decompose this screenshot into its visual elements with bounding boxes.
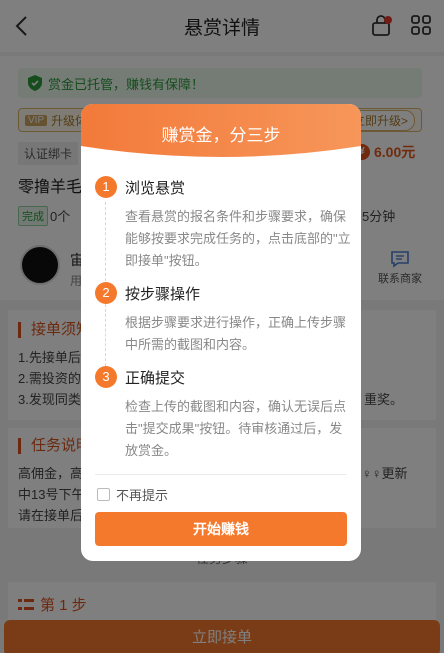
modal-divider [95,474,347,475]
modal-title: 赚赏金，分三步 [161,126,281,145]
step-connector [105,304,106,366]
step-title: 浏览悬赏 [125,180,186,197]
step-title: 正确提交 [125,370,186,387]
step-number: 3 [95,366,117,388]
checkbox-box[interactable] [97,488,110,501]
dont-show-again-checkbox[interactable]: 不再提示 [97,485,168,504]
guide-modal: 赚赏金，分三步 1 浏览悬赏 查看悬赏的报名条件和步骤要求，确保能够按要求完成任… [81,104,361,561]
step-number: 2 [95,282,117,304]
step-description: 检查上传的截图和内容，确认无误后点击"提交成果"按钮。待审核通过后，发放赏金。 [125,399,347,458]
step-description: 查看悬赏的报名条件和步骤要求，确保能够按要求完成任务的，点击底部的"立即接单"按… [125,209,351,268]
step-title: 按步骤操作 [125,286,201,303]
step-connector [105,202,106,286]
start-earning-button[interactable]: 开始赚钱 [95,512,347,546]
step-description: 根据步骤要求进行操作，正确上传步骤中所需的截图和内容。 [125,315,347,352]
step-number: 1 [95,176,117,198]
checkbox-label: 不再提示 [116,488,169,503]
